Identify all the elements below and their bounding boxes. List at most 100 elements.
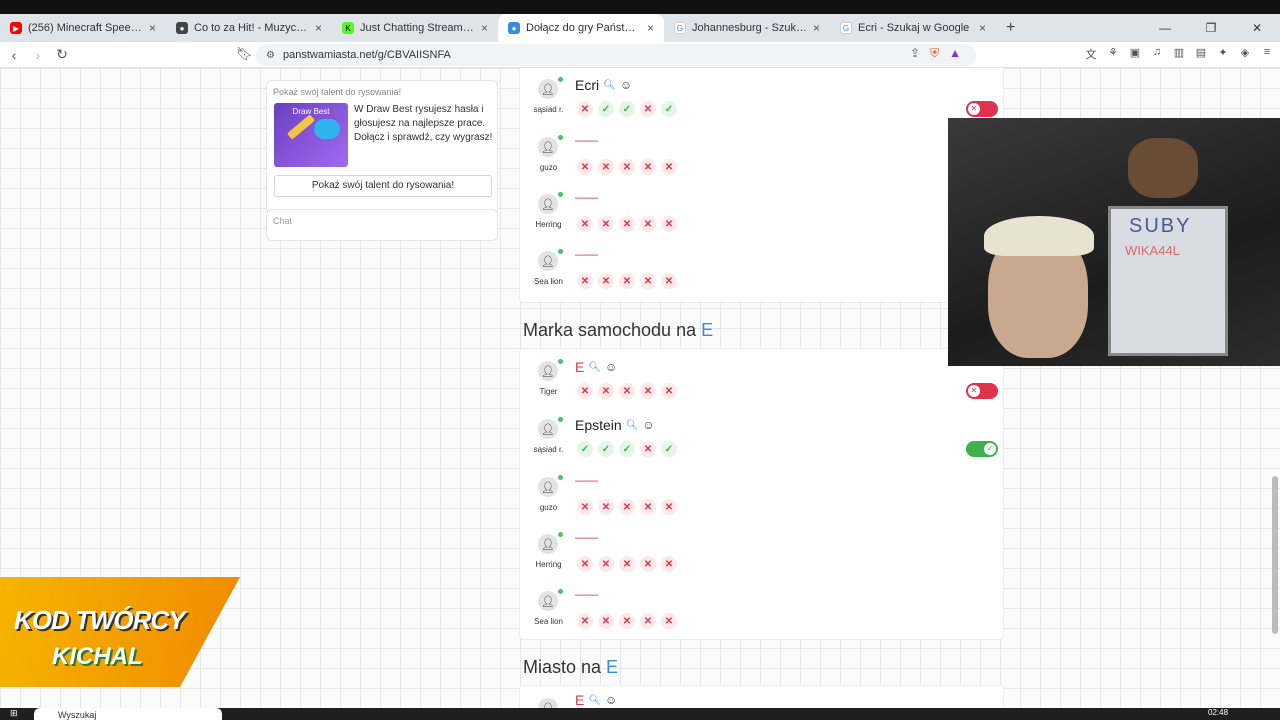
empty-answer: ——	[575, 530, 598, 544]
online-indicator	[558, 77, 563, 82]
avatar-icon: 👤︎	[538, 477, 558, 497]
draw-best-image[interactable]: Draw Best	[274, 103, 348, 167]
vote-no-icon: ✕	[640, 499, 656, 515]
emoji-icon[interactable]: ☺	[605, 360, 617, 374]
empty-answer: ——	[575, 133, 598, 147]
forward-icon[interactable]: ›	[28, 47, 48, 63]
tab-minecraft[interactable]: ▶ (256) Minecraft Speedrun Setup Guide ×	[0, 14, 166, 42]
empty-answer: ——	[575, 247, 598, 261]
bookmark-icon[interactable]: 🔖︎	[236, 46, 253, 62]
tab-icon[interactable]: ▣	[1128, 46, 1142, 62]
vpn-icon[interactable]: ◈	[1238, 46, 1252, 62]
vote-no-icon: ✕	[640, 159, 656, 175]
tab-google-johannesburg[interactable]: G Johannesburg - Szukaj w Google ×	[664, 14, 830, 42]
player-row: 👤︎ E 🔍︎ ☺	[520, 690, 1005, 708]
music-icon[interactable]: ♫	[1150, 46, 1164, 62]
player-name: Herring	[535, 560, 562, 569]
menu-icon[interactable]: ≡	[1260, 46, 1274, 62]
close-window-icon[interactable]: ✕	[1234, 14, 1280, 42]
vote-no-icon: ✕	[640, 383, 656, 399]
wallet-icon[interactable]: ▤	[1194, 46, 1208, 62]
youtube-icon: ▶	[10, 22, 22, 34]
minimize-icon[interactable]: —	[1142, 14, 1188, 42]
vote-no-icon: ✕	[640, 273, 656, 289]
close-icon[interactable]: ×	[647, 21, 654, 35]
tab-label: (256) Minecraft Speedrun Setup Guide	[28, 22, 143, 34]
avatar-icon: 👤︎	[538, 534, 558, 554]
player-row: 👤︎ Herring —— ✕ ✕ ✕ ✕ ✕	[520, 526, 1005, 582]
extensions-icon[interactable]: ⚘	[1106, 46, 1120, 62]
close-icon[interactable]: ×	[481, 21, 488, 35]
vote-no-icon: ✕	[661, 556, 677, 572]
tab-kick[interactable]: K Just Chatting Streaming - Live Stream …	[332, 14, 498, 42]
vote-no-icon: ✕	[619, 613, 635, 629]
maximize-icon[interactable]: ❐	[1188, 14, 1234, 42]
vote-no-icon: ✕	[661, 216, 677, 232]
dog-image	[1128, 138, 1198, 198]
new-tab-button[interactable]: +	[1006, 19, 1015, 37]
taskbar: ⊞ Wyszukaj 02:48	[0, 708, 1280, 720]
search-icon[interactable]: 🔍︎	[626, 420, 639, 431]
player-row: 👤︎ Herring —— ✕ ✕ ✕ ✕ ✕	[520, 186, 1005, 242]
brave-rewards-icon[interactable]: ▲	[949, 46, 961, 61]
category-title: Miasto na E	[523, 657, 618, 678]
avatar-icon: 👤︎	[538, 79, 558, 99]
emoji-icon[interactable]: ☺	[642, 418, 654, 432]
chat-box[interactable]: Chat	[266, 209, 498, 241]
tab-panstwa-miasta[interactable]: ● Dołącz do gry Państwa Miasta ×	[498, 14, 664, 42]
vote-no-icon: ✕	[661, 383, 677, 399]
search-icon[interactable]: 🔍︎	[603, 80, 616, 91]
search-icon[interactable]: 🔍︎	[588, 362, 601, 373]
vote-no-icon: ✕	[619, 556, 635, 572]
vote-toggle[interactable]: ✓	[966, 441, 998, 457]
pencil-icon	[286, 114, 316, 140]
google-icon: G	[674, 22, 686, 34]
sidebar-icon[interactable]: ▥	[1172, 46, 1186, 62]
toggle-knob: ✕	[968, 385, 980, 397]
site-info-icon[interactable]: ⚙	[266, 50, 275, 61]
player-name: Tiger	[539, 387, 558, 396]
taskbar-search[interactable]: Wyszukaj	[34, 708, 222, 720]
page-scrollbar[interactable]	[1272, 476, 1278, 634]
translate-icon[interactable]: 文	[1084, 46, 1098, 62]
tab-quiz[interactable]: ● Co to za Hit! - Muzyczny Quiz Hip-Hop …	[166, 14, 332, 42]
emoji-icon[interactable]: ☺	[620, 78, 632, 92]
emoji-icon[interactable]: ☺	[605, 693, 617, 707]
vote-yes-icon: ✓	[598, 441, 614, 457]
search-icon[interactable]: 🔍︎	[588, 695, 601, 706]
vote-no-icon: ✕	[640, 216, 656, 232]
answers-board: 👤︎ sąsiad r. Ecri 🔍︎ ☺ ✕ ✓ ✓ ✕ ✓ ✕ 👤︎ gu…	[519, 68, 1004, 708]
votes: ✕ ✕ ✕ ✕ ✕	[577, 273, 677, 289]
vote-toggle[interactable]: ✕	[966, 101, 998, 117]
tab-label: Just Chatting Streaming - Live Stream	[360, 22, 475, 34]
whiteboard: SUBY WIKA44L	[1108, 206, 1228, 356]
close-icon[interactable]: ×	[149, 21, 156, 35]
vote-no-icon: ✕	[598, 159, 614, 175]
close-icon[interactable]: ×	[979, 21, 986, 35]
vote-no-icon: ✕	[661, 159, 677, 175]
reload-icon[interactable]: ↻	[52, 46, 72, 63]
vote-toggle[interactable]: ✕	[966, 383, 998, 399]
category-title: Marka samochodu na E	[523, 320, 713, 341]
promo-card: Pokaż swój talent do rysowania! Draw Bes…	[266, 80, 498, 214]
promo-button[interactable]: Pokaż swój talent do rysowania!	[274, 175, 492, 197]
windows-start-icon[interactable]: ⊞	[10, 708, 18, 719]
close-icon[interactable]: ×	[813, 21, 820, 35]
vote-no-icon: ✕	[640, 101, 656, 117]
vote-no-icon: ✕	[640, 613, 656, 629]
tab-google-ecri[interactable]: G Ecri - Szukaj w Google ×	[830, 14, 996, 42]
back-icon[interactable]: ‹	[4, 47, 24, 63]
vote-no-icon: ✕	[598, 273, 614, 289]
answer-text: Epstein	[575, 417, 622, 433]
online-indicator	[558, 135, 563, 140]
brave-shield-icon[interactable]: ⛨	[930, 46, 939, 61]
close-icon[interactable]: ×	[315, 21, 322, 35]
share-icon[interactable]: ⇪	[910, 46, 920, 61]
votes: ✕ ✓ ✓ ✕ ✓	[577, 101, 677, 117]
answer: Epstein 🔍︎ ☺	[575, 417, 655, 433]
leo-icon[interactable]: ✦	[1216, 46, 1230, 62]
url-field[interactable]: ⚙ panstwamiasta.net/g/CBVAIISNFA	[256, 44, 976, 66]
player-name: sąsiad r.	[533, 445, 564, 454]
vote-no-icon: ✕	[640, 556, 656, 572]
vote-no-icon: ✕	[577, 101, 593, 117]
